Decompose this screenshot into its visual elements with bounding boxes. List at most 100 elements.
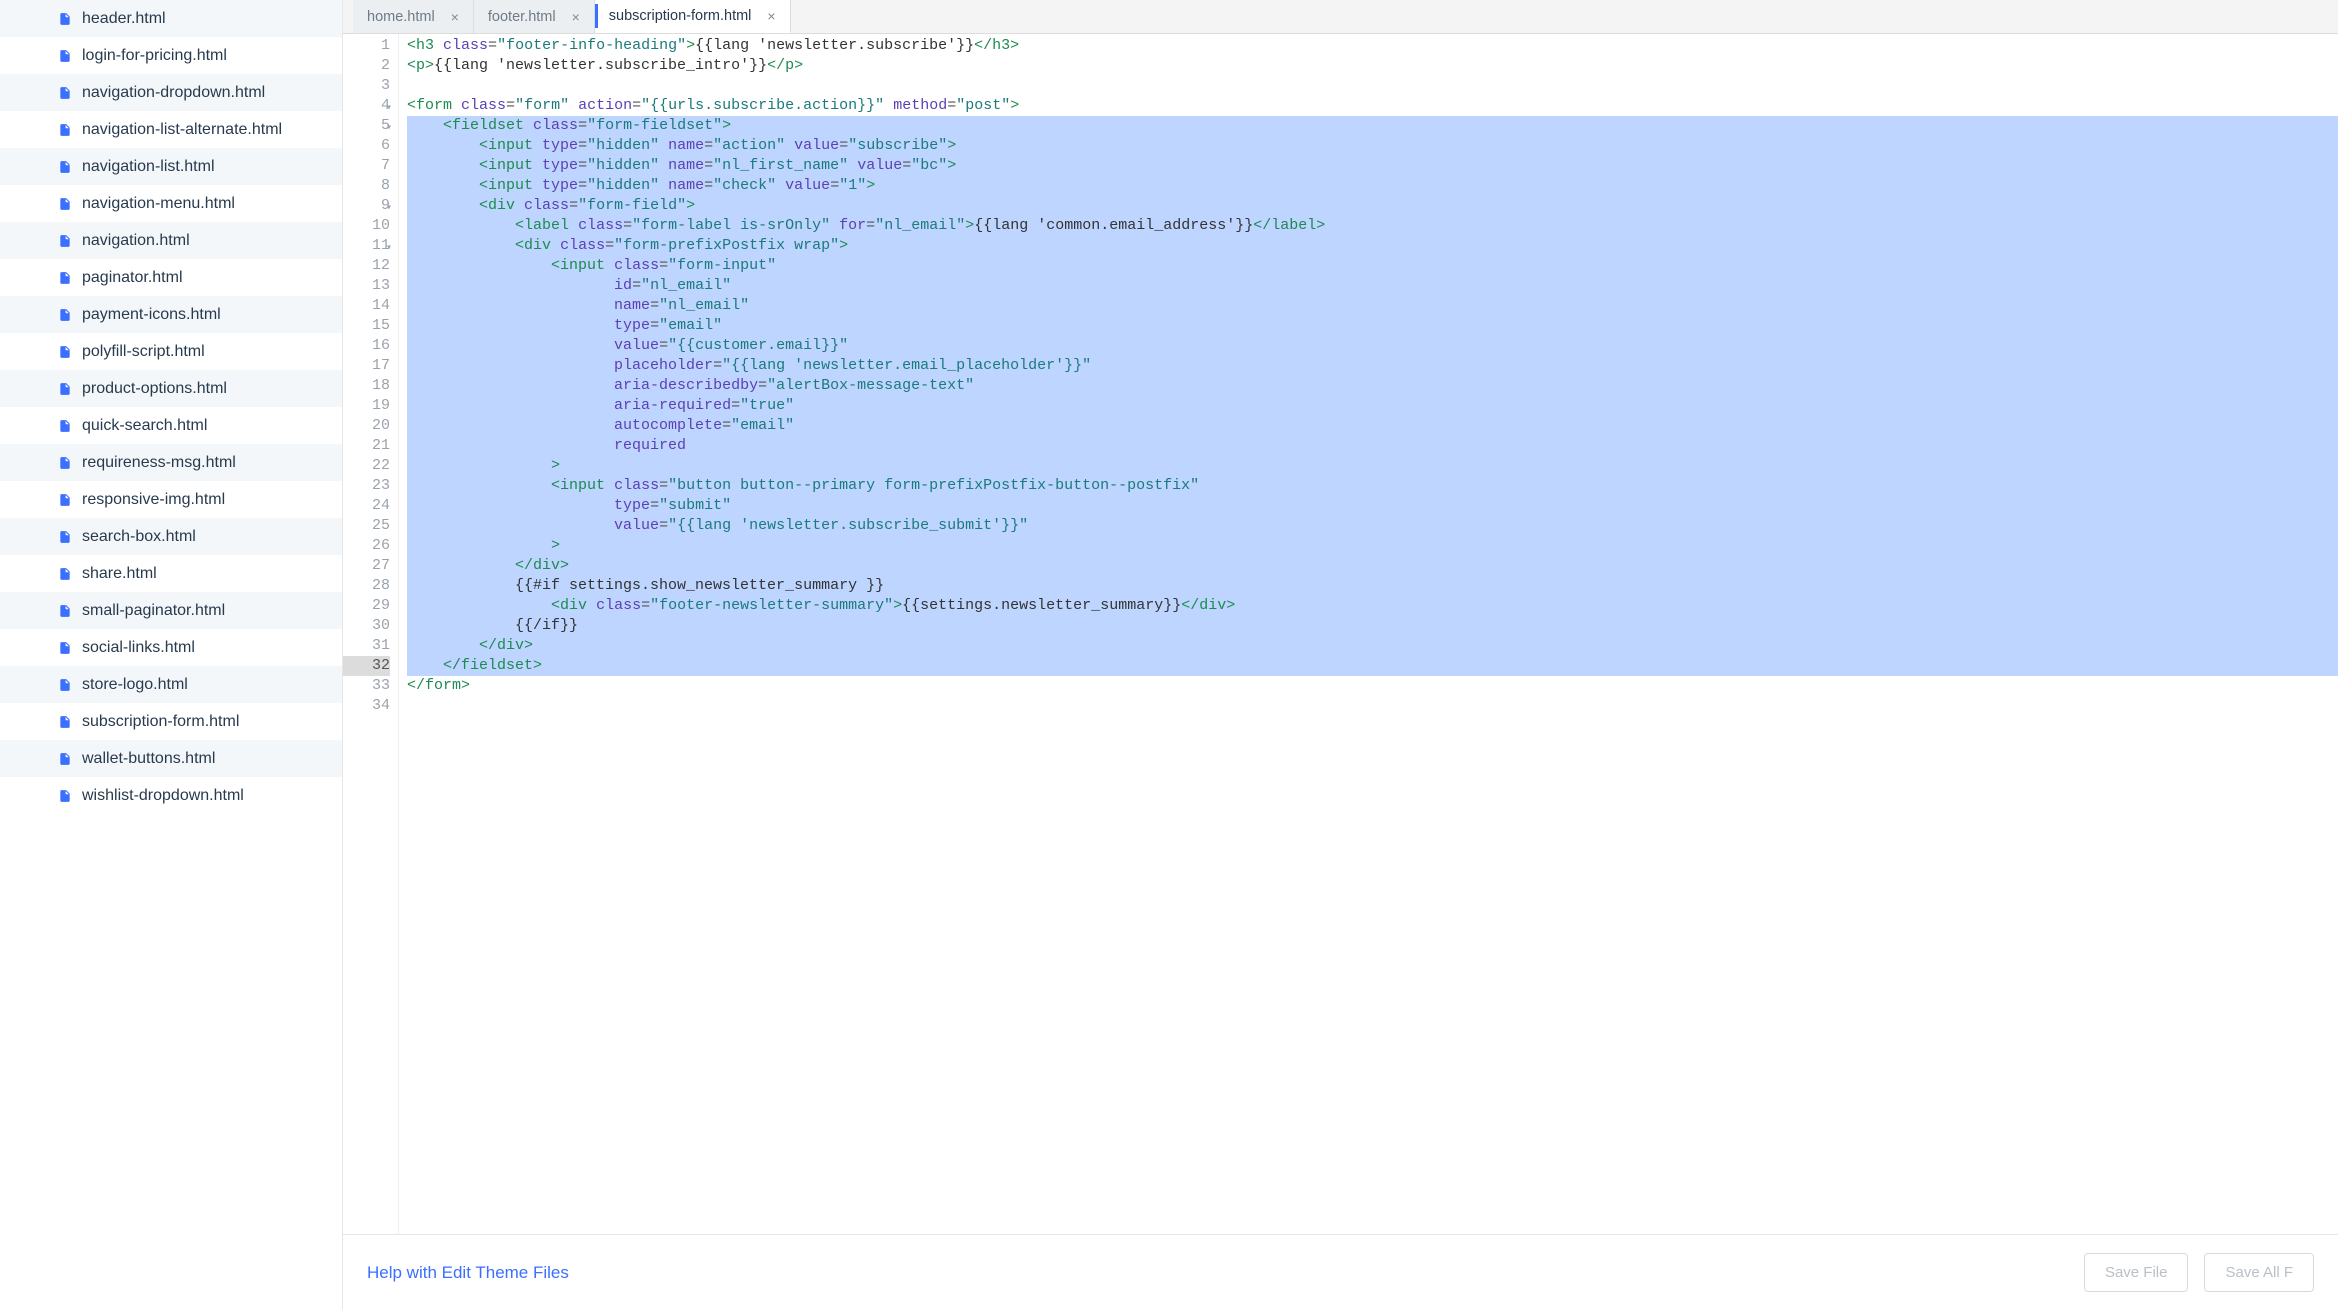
gutter-line[interactable]: 11 [343, 236, 390, 256]
gutter-line[interactable]: 15 [343, 316, 390, 336]
close-icon[interactable]: × [767, 8, 775, 24]
file-row[interactable]: requireness-msg.html [0, 444, 342, 481]
file-row[interactable]: quick-search.html [0, 407, 342, 444]
code-line[interactable]: type="submit" [407, 496, 2338, 516]
file-row[interactable]: social-links.html [0, 629, 342, 666]
gutter-line[interactable]: 14 [343, 296, 390, 316]
gutter-line[interactable]: 32 [343, 656, 390, 676]
code-line[interactable]: <form class="form" action="{{urls.subscr… [407, 96, 2338, 116]
code-line[interactable]: aria-describedby="alertBox-message-text" [407, 376, 2338, 396]
code-editor[interactable]: 1234567891011121314151617181920212223242… [343, 34, 2338, 1234]
gutter-line[interactable]: 20 [343, 416, 390, 436]
code-line[interactable]: value="{{customer.email}}" [407, 336, 2338, 356]
file-row[interactable]: product-options.html [0, 370, 342, 407]
gutter-line[interactable]: 24 [343, 496, 390, 516]
file-row[interactable]: subscription-form.html [0, 703, 342, 740]
code-line[interactable]: <div class="footer-newsletter-summary">{… [407, 596, 2338, 616]
gutter-line[interactable]: 4 [343, 96, 390, 116]
code-line[interactable]: autocomplete="email" [407, 416, 2338, 436]
file-row[interactable]: payment-icons.html [0, 296, 342, 333]
code-line[interactable]: value="{{lang 'newsletter.subscribe_subm… [407, 516, 2338, 536]
help-link[interactable]: Help with Edit Theme Files [367, 1263, 569, 1283]
file-row[interactable]: responsive-img.html [0, 481, 342, 518]
file-row[interactable]: navigation.html [0, 222, 342, 259]
code-line[interactable]: {{/if}} [407, 616, 2338, 636]
code-line[interactable]: <h3 class="footer-info-heading">{{lang '… [407, 36, 2338, 56]
gutter-line[interactable]: 5 [343, 116, 390, 136]
gutter-line[interactable]: 26 [343, 536, 390, 556]
gutter-line[interactable]: 25 [343, 516, 390, 536]
code-area[interactable]: <h3 class="footer-info-heading">{{lang '… [399, 34, 2338, 1234]
save-all-button[interactable]: Save All F [2204, 1253, 2314, 1292]
code-line[interactable]: </div> [407, 636, 2338, 656]
gutter-line[interactable]: 13 [343, 276, 390, 296]
code-line[interactable]: <p>{{lang 'newsletter.subscribe_intro'}}… [407, 56, 2338, 76]
file-row[interactable]: paginator.html [0, 259, 342, 296]
tab[interactable]: footer.html× [474, 0, 595, 33]
code-line[interactable]: </form> [407, 676, 2338, 696]
code-line[interactable]: </fieldset> [407, 656, 2338, 676]
code-line[interactable]: placeholder="{{lang 'newsletter.email_pl… [407, 356, 2338, 376]
code-line[interactable]: > [407, 536, 2338, 556]
code-line[interactable]: <fieldset class="form-fieldset"> [407, 116, 2338, 136]
file-row[interactable]: small-paginator.html [0, 592, 342, 629]
code-line[interactable]: <div class="form-prefixPostfix wrap"> [407, 236, 2338, 256]
code-line[interactable]: {{#if settings.show_newsletter_summary }… [407, 576, 2338, 596]
code-line[interactable] [407, 76, 2338, 96]
gutter-line[interactable]: 28 [343, 576, 390, 596]
code-line[interactable]: <label class="form-label is-srOnly" for=… [407, 216, 2338, 236]
line-gutter[interactable]: 1234567891011121314151617181920212223242… [343, 34, 399, 1234]
file-row[interactable]: navigation-list.html [0, 148, 342, 185]
gutter-line[interactable]: 23 [343, 476, 390, 496]
gutter-line[interactable]: 3 [343, 76, 390, 96]
code-line[interactable]: type="email" [407, 316, 2338, 336]
code-line[interactable]: id="nl_email" [407, 276, 2338, 296]
gutter-line[interactable]: 7 [343, 156, 390, 176]
gutter-line[interactable]: 16 [343, 336, 390, 356]
file-row[interactable]: login-for-pricing.html [0, 37, 342, 74]
gutter-line[interactable]: 10 [343, 216, 390, 236]
gutter-line[interactable]: 6 [343, 136, 390, 156]
code-line[interactable]: </div> [407, 556, 2338, 576]
code-line[interactable]: <div class="form-field"> [407, 196, 2338, 216]
file-row[interactable]: navigation-dropdown.html [0, 74, 342, 111]
code-line[interactable] [407, 696, 2338, 716]
gutter-line[interactable]: 29 [343, 596, 390, 616]
code-line[interactable]: name="nl_email" [407, 296, 2338, 316]
code-line[interactable]: <input type="hidden" name="check" value=… [407, 176, 2338, 196]
gutter-line[interactable]: 30 [343, 616, 390, 636]
file-row[interactable]: store-logo.html [0, 666, 342, 703]
file-row[interactable]: search-box.html [0, 518, 342, 555]
gutter-line[interactable]: 8 [343, 176, 390, 196]
save-file-button[interactable]: Save File [2084, 1253, 2189, 1292]
code-line[interactable]: <input type="hidden" name="action" value… [407, 136, 2338, 156]
code-line[interactable]: required [407, 436, 2338, 456]
gutter-line[interactable]: 22 [343, 456, 390, 476]
gutter-line[interactable]: 34 [343, 696, 390, 716]
gutter-line[interactable]: 9 [343, 196, 390, 216]
file-row[interactable]: wishlist-dropdown.html [0, 777, 342, 814]
gutter-line[interactable]: 2 [343, 56, 390, 76]
code-line[interactable]: <input class="form-input" [407, 256, 2338, 276]
gutter-line[interactable]: 31 [343, 636, 390, 656]
file-row[interactable]: header.html [0, 0, 342, 37]
code-line[interactable]: > [407, 456, 2338, 476]
gutter-line[interactable]: 17 [343, 356, 390, 376]
file-sidebar[interactable]: header.htmllogin-for-pricing.htmlnavigat… [0, 0, 343, 1310]
file-row[interactable]: navigation-list-alternate.html [0, 111, 342, 148]
file-row[interactable]: wallet-buttons.html [0, 740, 342, 777]
gutter-line[interactable]: 19 [343, 396, 390, 416]
gutter-line[interactable]: 18 [343, 376, 390, 396]
gutter-line[interactable]: 1 [343, 36, 390, 56]
gutter-line[interactable]: 12 [343, 256, 390, 276]
code-line[interactable]: <input type="hidden" name="nl_first_name… [407, 156, 2338, 176]
file-row[interactable]: share.html [0, 555, 342, 592]
file-row[interactable]: navigation-menu.html [0, 185, 342, 222]
close-icon[interactable]: × [451, 9, 459, 25]
gutter-line[interactable]: 21 [343, 436, 390, 456]
gutter-line[interactable]: 27 [343, 556, 390, 576]
close-icon[interactable]: × [572, 9, 580, 25]
tab[interactable]: home.html× [353, 0, 474, 33]
code-line[interactable]: aria-required="true" [407, 396, 2338, 416]
file-row[interactable]: polyfill-script.html [0, 333, 342, 370]
